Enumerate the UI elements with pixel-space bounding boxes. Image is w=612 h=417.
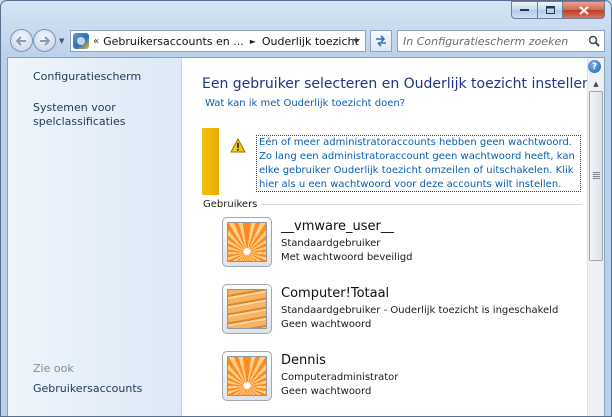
close-button[interactable] — [562, 1, 605, 19]
avatar — [222, 351, 272, 401]
refresh-button[interactable] — [370, 30, 392, 52]
section-divider — [261, 204, 582, 205]
control-panel-icon — [73, 33, 89, 49]
user-tile-vmware[interactable]: __vmware_user__ Standaardgebruiker Met w… — [222, 217, 562, 273]
maximize-icon — [545, 6, 555, 14]
page-title: Een gebruiker selecteren en Ouderlijk to… — [202, 76, 591, 92]
warning-stripe — [202, 128, 219, 195]
main-content: Een gebruiker selecteren en Ouderlijk to… — [183, 58, 591, 416]
user-tile-computer-totaal[interactable]: Computer!Totaal Standaardgebruiker - Oud… — [222, 284, 562, 340]
back-button[interactable] — [10, 29, 33, 52]
sidebar: Configuratiescherm Systemen voor spelcla… — [8, 58, 182, 416]
search-input[interactable]: In Configuratiescherm zoeken — [403, 35, 584, 48]
address-bar[interactable]: « Gebruikersaccounts en ... ► Ouderlijk … — [70, 30, 366, 52]
breadcrumb-overflow[interactable]: « — [93, 36, 99, 47]
chevron-down-icon — [352, 39, 360, 43]
arrow-left-icon — [16, 35, 26, 46]
see-also-heading: Zie ook — [33, 362, 74, 375]
help-link[interactable]: Wat kan ik met Ouderlijk toezicht doen? — [205, 98, 405, 109]
user-type: Standaardgebruiker - Ouderlijk toezicht … — [281, 305, 559, 316]
sidebar-link-control-panel[interactable]: Configuratiescherm — [33, 70, 141, 84]
user-type: Computeradministrator — [281, 372, 399, 383]
warning-text[interactable]: Eén of meer administratoraccounts hebben… — [256, 135, 581, 192]
users-heading: Gebruikers — [203, 199, 258, 210]
avatar — [222, 284, 272, 334]
toolbar: ▼ « Gebruikersaccounts en ... ► Ouderlij… — [1, 25, 611, 57]
close-icon — [578, 5, 589, 15]
avatar — [222, 217, 272, 267]
arrow-right-icon — [40, 35, 50, 46]
avatar-flower-image — [227, 222, 267, 262]
vertical-scrollbar[interactable]: ? ▲ — [587, 58, 604, 416]
user-password-status: Geen wachtwoord — [281, 319, 372, 330]
breadcrumb-item-parental-controls[interactable]: Ouderlijk toezicht — [262, 35, 359, 48]
search-box[interactable]: In Configuratiescherm zoeken — [397, 30, 605, 52]
warning-icon — [230, 138, 246, 153]
user-name: Dennis — [281, 353, 326, 368]
window: ▼ « Gebruikersaccounts en ... ► Ouderlij… — [0, 0, 612, 417]
caption-buttons — [511, 1, 605, 19]
forward-button[interactable] — [33, 29, 56, 52]
recent-pages-dropdown[interactable]: ▼ — [59, 37, 64, 45]
content-frame: Configuratiescherm Systemen voor spelcla… — [7, 57, 605, 416]
users-section-header: Gebruikers — [203, 199, 582, 210]
search-icon[interactable] — [584, 35, 604, 47]
grip-icon — [593, 172, 600, 179]
sidebar-link-game-ratings[interactable]: Systemen voor spelclassificaties — [33, 101, 153, 129]
minimize-icon — [520, 9, 529, 11]
user-password-status: Met wachtwoord beveiligd — [281, 252, 413, 263]
maximize-button[interactable] — [537, 1, 562, 19]
user-tile-dennis[interactable]: Dennis Computeradministrator Geen wachtw… — [222, 351, 562, 407]
user-name: Computer!Totaal — [281, 286, 390, 301]
avatar-flower-image — [227, 356, 267, 396]
scroll-up-button[interactable]: ▲ — [588, 76, 604, 91]
scroll-thumb[interactable] — [589, 91, 603, 261]
help-icon[interactable]: ? — [588, 60, 601, 73]
warning-banner[interactable]: Eén of meer administratoraccounts hebben… — [202, 128, 582, 195]
avatar-stairs-image — [227, 289, 267, 329]
refresh-icon — [376, 35, 386, 47]
sidebar-link-user-accounts[interactable]: Gebruikersaccounts — [33, 382, 142, 396]
minimize-button[interactable] — [511, 1, 537, 19]
breadcrumb-separator[interactable]: ► — [250, 37, 256, 46]
breadcrumb-item-user-accounts[interactable]: Gebruikersaccounts en ... — [103, 35, 244, 48]
user-name: __vmware_user__ — [281, 219, 394, 234]
user-password-status: Geen wachtwoord — [281, 386, 372, 397]
address-dropdown[interactable] — [347, 31, 365, 51]
user-type: Standaardgebruiker — [281, 238, 381, 249]
